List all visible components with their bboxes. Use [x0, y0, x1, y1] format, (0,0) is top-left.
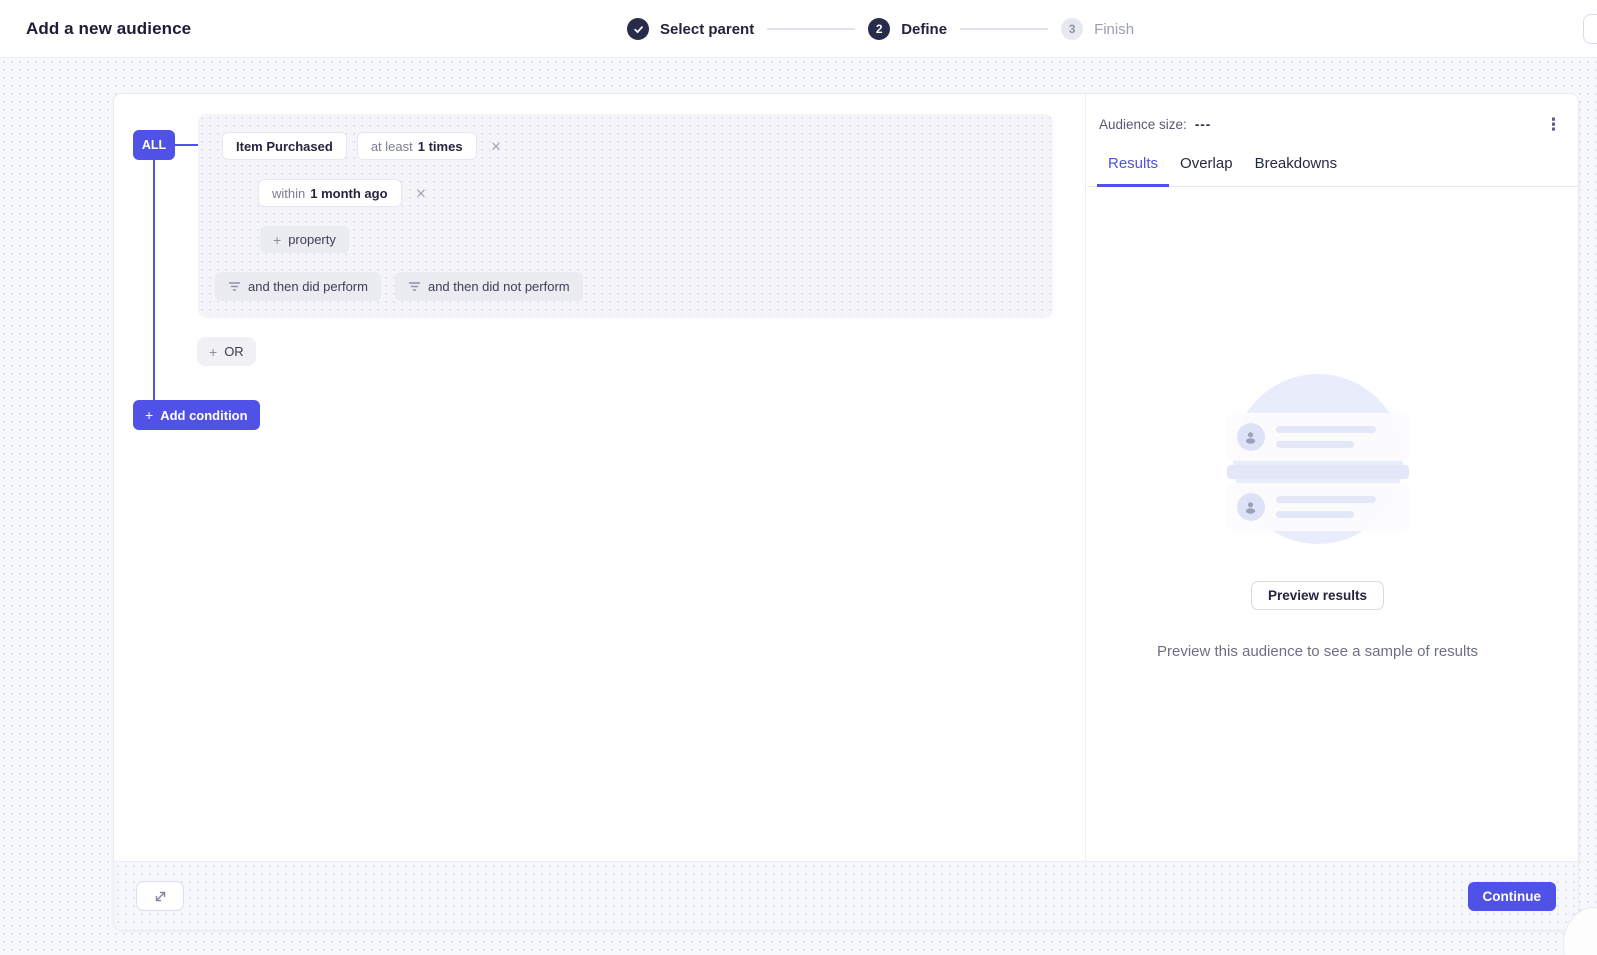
plus-icon: +: [273, 233, 281, 247]
avatar: [1237, 423, 1265, 451]
avatar: [1237, 493, 1265, 521]
frequency-chip[interactable]: at least 1 times: [357, 132, 477, 160]
step-label: Select parent: [660, 21, 754, 38]
add-condition-label: Add condition: [160, 408, 247, 423]
person-icon: [1243, 500, 1258, 515]
expand-button[interactable]: [136, 881, 184, 911]
sequence-row: and then did perform and then did not pe…: [215, 272, 583, 301]
kebab-menu-icon[interactable]: ⋮: [1541, 116, 1566, 133]
condition-group-card: Item Purchased at least 1 times ✕ within…: [198, 114, 1053, 318]
page-background: ALL Item Purchased at least 1 times ✕: [0, 58, 1597, 955]
preview-results-button[interactable]: Preview results: [1251, 581, 1384, 610]
screen: Add a new audience Select parent 2 Defin…: [0, 0, 1597, 955]
time-window-row: within 1 month ago ✕: [258, 179, 428, 207]
step-number-circle: 3: [1061, 18, 1083, 40]
illustration-result-row: [1227, 413, 1409, 461]
and-then-did-perform-button[interactable]: and then did perform: [215, 272, 381, 301]
connector-line-vertical: [153, 158, 155, 400]
check-icon: [633, 24, 644, 35]
and-then-did-not-perform-label: and then did not perform: [428, 279, 570, 294]
card-footer: Continue: [114, 861, 1578, 930]
add-property-button[interactable]: + property: [260, 226, 349, 253]
placeholder-bar: [1276, 441, 1354, 448]
add-condition-button[interactable]: + Add condition: [133, 400, 260, 430]
illustration-inner: [1227, 374, 1409, 544]
top-header: Add a new audience Select parent 2 Defin…: [0, 0, 1597, 58]
plus-icon: +: [145, 408, 153, 422]
event-name-label: Item Purchased: [236, 139, 333, 154]
step-label: Finish: [1094, 21, 1134, 38]
preview-caption: Preview this audience to see a sample of…: [1087, 643, 1548, 660]
remove-window-icon[interactable]: ✕: [414, 185, 429, 202]
tab-breakdowns[interactable]: Breakdowns: [1244, 155, 1349, 187]
event-name-chip[interactable]: Item Purchased: [222, 132, 347, 160]
group-operator-badge[interactable]: ALL: [133, 130, 175, 160]
preview-button-wrap: Preview results: [1087, 581, 1548, 610]
expand-diagonal-icon: [153, 889, 168, 904]
condition-builder-panel: ALL Item Purchased at least 1 times ✕: [114, 94, 1086, 863]
plus-icon: +: [209, 345, 217, 359]
person-icon: [1243, 430, 1258, 445]
audience-size-row: Audience size: --- ⋮: [1099, 116, 1566, 133]
audience-builder-card: ALL Item Purchased at least 1 times ✕: [113, 93, 1579, 931]
step-connector: [767, 28, 855, 30]
add-or-button[interactable]: + OR: [197, 337, 256, 366]
placeholder-bars: [1276, 426, 1376, 448]
results-panel-header: Audience size: --- ⋮ Results Overlap Bre…: [1087, 94, 1580, 187]
illustration-middle-bar: [1227, 465, 1409, 479]
and-then-did-perform-label: and then did perform: [248, 279, 368, 294]
window-prefix: within: [272, 186, 305, 201]
connector-line-horizontal: [175, 144, 198, 146]
remove-event-icon[interactable]: ✕: [489, 138, 504, 155]
stepper: Select parent 2 Define 3 Finish: [627, 0, 1134, 58]
continue-button[interactable]: Continue: [1468, 882, 1557, 911]
placeholder-bar: [1276, 426, 1376, 433]
step-label: Define: [901, 21, 947, 38]
results-panel: Audience size: --- ⋮ Results Overlap Bre…: [1087, 94, 1580, 863]
step-done-circle: [627, 18, 649, 40]
or-label: OR: [224, 344, 244, 359]
step-select-parent[interactable]: Select parent: [627, 18, 754, 40]
cutoff-edge-button[interactable]: [1583, 14, 1597, 44]
and-then-did-not-perform-button[interactable]: and then did not perform: [395, 272, 583, 301]
audience-size-value: ---: [1195, 117, 1212, 132]
results-tabs: Results Overlap Breakdowns: [1097, 155, 1348, 187]
frequency-value: 1 times: [418, 139, 463, 154]
step-define[interactable]: 2 Define: [868, 18, 947, 40]
time-window-chip[interactable]: within 1 month ago: [258, 179, 402, 207]
filter-icon: [228, 281, 241, 292]
tab-results[interactable]: Results: [1097, 155, 1169, 187]
event-row: Item Purchased at least 1 times ✕: [222, 132, 503, 160]
placeholder-bars: [1276, 496, 1376, 518]
tab-overlap[interactable]: Overlap: [1169, 155, 1244, 187]
add-property-label: property: [288, 232, 336, 247]
frequency-prefix: at least: [371, 139, 413, 154]
page-title: Add a new audience: [26, 19, 191, 39]
window-value: 1 month ago: [310, 186, 387, 201]
filter-icon: [408, 281, 421, 292]
placeholder-bar: [1276, 511, 1354, 518]
audience-size-label: Audience size:: [1099, 117, 1187, 132]
illustration-result-row: [1227, 483, 1409, 531]
step-finish[interactable]: 3 Finish: [1061, 18, 1134, 40]
property-row: + property: [260, 226, 349, 253]
step-number-circle: 2: [868, 18, 890, 40]
step-connector: [960, 28, 1048, 30]
placeholder-bar: [1276, 496, 1376, 503]
empty-results-illustration: [1087, 374, 1548, 544]
